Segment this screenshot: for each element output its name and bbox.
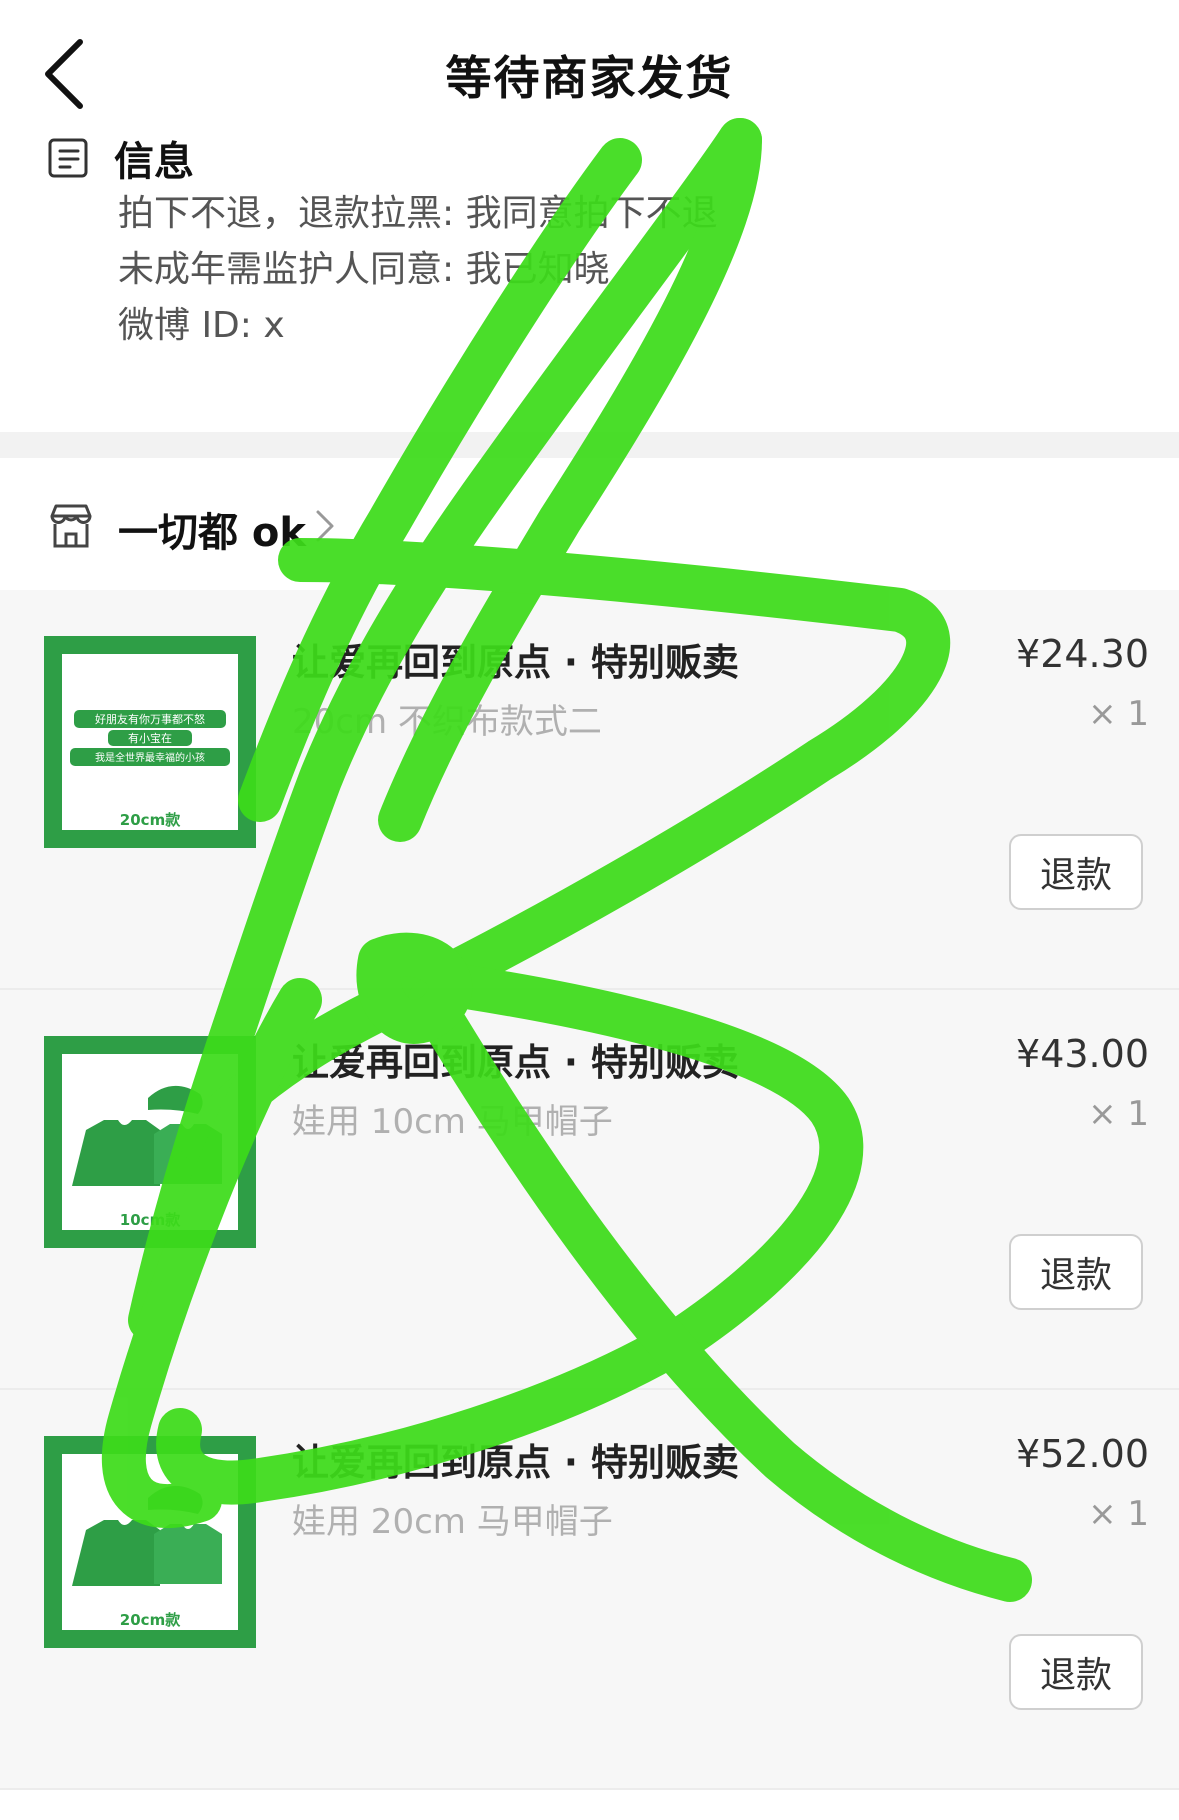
info-header: 信息 (46, 128, 194, 188)
keychain-line-2: 有小宝在 (128, 731, 172, 745)
size-tag: 20cm款 (119, 811, 181, 829)
size-tag: 10cm款 (119, 1211, 181, 1229)
product-name[interactable]: 让爱再回到原点 · 特别贩卖 (292, 1432, 739, 1486)
store-row[interactable]: 一切都 ok (0, 458, 1179, 590)
info-line-refund-policy: 拍下不退，退款拉黑: 我同意拍下不退 (118, 193, 718, 234)
order-item: 10cm款 让爱再回到原点 · 特别贩卖 娃用 10cm 马甲帽子 ¥43.00… (0, 990, 1179, 1390)
vest-hat-image (72, 1085, 222, 1186)
page-title: 等待商家发货 (445, 51, 734, 105)
keychain-line-1: 好朋友有你万事都不怒 (95, 712, 205, 726)
vest-hat-image (72, 1485, 222, 1586)
info-line-weibo-id: 微博 ID: x (118, 305, 285, 346)
product-price: ¥52.00 (1016, 1432, 1149, 1476)
refund-button[interactable]: 退款 (1009, 1234, 1143, 1310)
product-spec: 娃用 10cm 马甲帽子 (292, 1102, 613, 1142)
thumbnail-image (62, 1054, 238, 1230)
product-quantity: × 1 (1088, 1094, 1149, 1134)
thumbnail-image (62, 1454, 238, 1630)
store-icon (50, 504, 92, 548)
product-thumbnail[interactable]: 20cm款 (44, 1436, 256, 1648)
product-price: ¥24.30 (1016, 632, 1149, 676)
keychain-image: 好朋友有你万事都不怒 有小宝在 我是全世界最幸福的小孩 (70, 710, 230, 766)
product-spec: 20cm 不织布款式二 (292, 702, 602, 742)
info-section: 信息 拍下不退，退款拉黑: 我同意拍下不退 未成年需监护人同意: 我已知晓 微博… (0, 128, 1179, 428)
product-price: ¥43.00 (1016, 1032, 1149, 1076)
note-icon (48, 138, 88, 178)
refund-button[interactable]: 退款 (1009, 1634, 1143, 1710)
product-name[interactable]: 让爱再回到原点 · 特别贩卖 (292, 1032, 739, 1086)
section-divider (0, 432, 1179, 458)
size-tag: 20cm款 (119, 1611, 181, 1629)
product-spec: 娃用 20cm 马甲帽子 (292, 1502, 613, 1542)
product-thumbnail[interactable]: 好朋友有你万事都不怒 有小宝在 我是全世界最幸福的小孩 20cm款 (44, 636, 256, 848)
refund-button[interactable]: 退款 (1009, 834, 1143, 910)
product-quantity: × 1 (1088, 1494, 1149, 1534)
store-name: 一切都 ok (118, 510, 307, 556)
info-title: 信息 (114, 139, 194, 185)
info-line-guardian-consent: 未成年需监护人同意: 我已知晓 (118, 249, 610, 290)
chevron-right-icon (316, 510, 334, 542)
keychain-line-3: 我是全世界最幸福的小孩 (95, 751, 205, 764)
product-thumbnail[interactable]: 10cm款 (44, 1036, 256, 1248)
product-quantity: × 1 (1088, 694, 1149, 734)
order-item: 好朋友有你万事都不怒 有小宝在 我是全世界最幸福的小孩 20cm款 让爱再回到原… (0, 590, 1179, 990)
header-bar: 等待商家发货 (0, 0, 1179, 130)
product-name[interactable]: 让爱再回到原点 · 特别贩卖 (292, 632, 739, 686)
thumbnail-image: 好朋友有你万事都不怒 有小宝在 我是全世界最幸福的小孩 (62, 654, 238, 830)
order-item: 20cm款 让爱再回到原点 · 特别贩卖 娃用 20cm 马甲帽子 ¥52.00… (0, 1390, 1179, 1790)
